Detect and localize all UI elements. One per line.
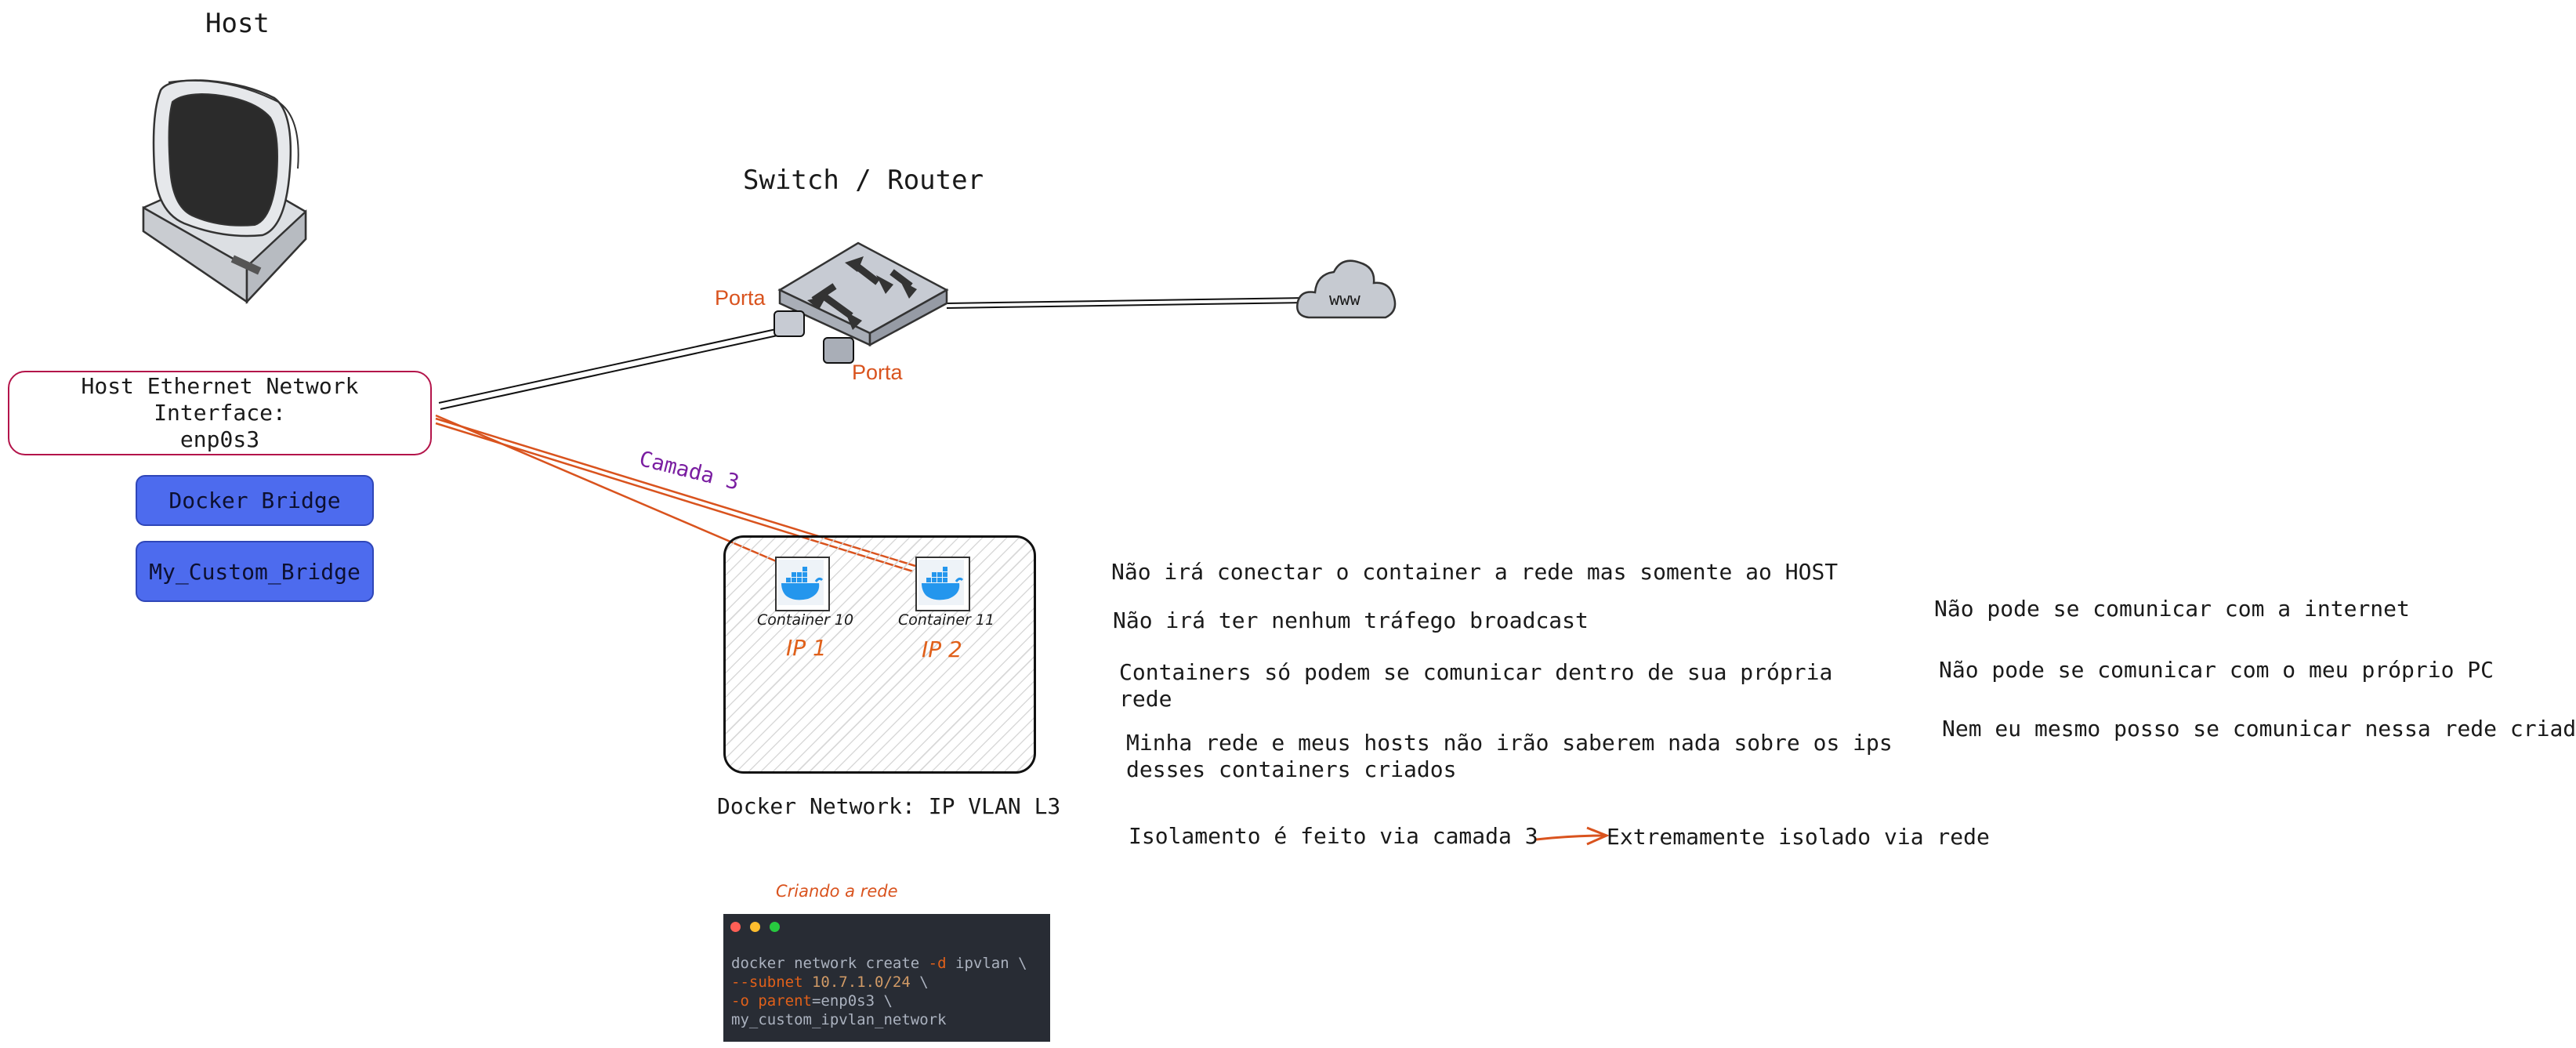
host-iface-name: Host Ethernet Network Interface: xyxy=(81,373,359,426)
terminal-line-4: my_custom_ipvlan_network xyxy=(731,1011,947,1028)
custom-bridge-box: My_Custom_Bridge xyxy=(136,541,374,602)
note-same-network-only: Containers só podem se comunicar dentro … xyxy=(1119,659,1833,712)
host-ethernet-interface: Host Ethernet Network Interface: enp0s3 xyxy=(8,371,432,455)
docker-network-caption: Docker Network: IP VLAN L3 xyxy=(717,793,1061,819)
note-no-own-pc: Não pode se comunicar com o meu próprio … xyxy=(1939,657,2494,683)
switch-port-1 xyxy=(774,310,805,337)
custom-bridge-label: My_Custom_Bridge xyxy=(149,558,360,585)
note-no-internet: Não pode se comunicar com a internet xyxy=(1934,596,2410,622)
terminal-line-2: --subnet 10.7.1.0/24 \ xyxy=(731,974,929,991)
porta-label-1: Porta xyxy=(715,286,766,310)
docker-whale-icon xyxy=(918,560,964,605)
terminal-line-3: -o parent=enp0s3 \ xyxy=(731,992,893,1010)
host-switch-link-a xyxy=(438,328,777,404)
note-hosts-unaware: Minha rede e meus hosts não irão saberem… xyxy=(1126,730,1893,782)
terminal-close-dot xyxy=(730,922,741,932)
note-extremely-isolated: Extremamente isolado via rede xyxy=(1607,824,1990,850)
docker-whale-icon xyxy=(778,560,824,605)
host-switch-link-b xyxy=(440,335,778,410)
note-not-even-me: Nem eu mesmo posso se comunicar nessa re… xyxy=(1942,716,2576,742)
host-iface-device: enp0s3 xyxy=(179,426,260,452)
docker-bridge-box: Docker Bridge xyxy=(136,475,374,526)
ip-1-label: IP 1 xyxy=(786,635,827,661)
criando-rede-label: Criando a rede xyxy=(776,882,898,901)
container-11-label: Container 11 xyxy=(898,611,995,629)
terminal-snippet: docker network create -d ipvlan \ --subn… xyxy=(723,914,1050,1042)
cloud-label: www xyxy=(1329,290,1360,310)
docker-bridge-label: Docker Bridge xyxy=(168,488,341,513)
porta-label-2: Porta xyxy=(852,361,903,384)
terminal-minimize-dot xyxy=(750,922,760,932)
terminal-maximize-dot xyxy=(770,922,780,932)
connection-lines xyxy=(435,297,1610,846)
switch-cloud-link-a xyxy=(946,297,1306,304)
docker-network-box xyxy=(723,535,1036,774)
note-no-broadcast: Não irá ter nenhum tráfego broadcast xyxy=(1113,607,1589,633)
note-layer3-isolation: Isolamento é feito via camada 3 xyxy=(1129,823,1538,849)
container-10-box xyxy=(775,557,830,611)
terminal-line-1: docker network create -d ipvlan \ xyxy=(731,955,1027,972)
switch-port-2 xyxy=(823,337,854,364)
container-10-label: Container 10 xyxy=(757,611,854,629)
ip-2-label: IP 2 xyxy=(922,636,962,662)
switch-cloud-link-b xyxy=(946,302,1306,309)
arrow-right-icon xyxy=(1535,834,1606,841)
container-11-box xyxy=(915,557,970,611)
note-host-only: Não irá conectar o container a rede mas … xyxy=(1111,559,1839,585)
